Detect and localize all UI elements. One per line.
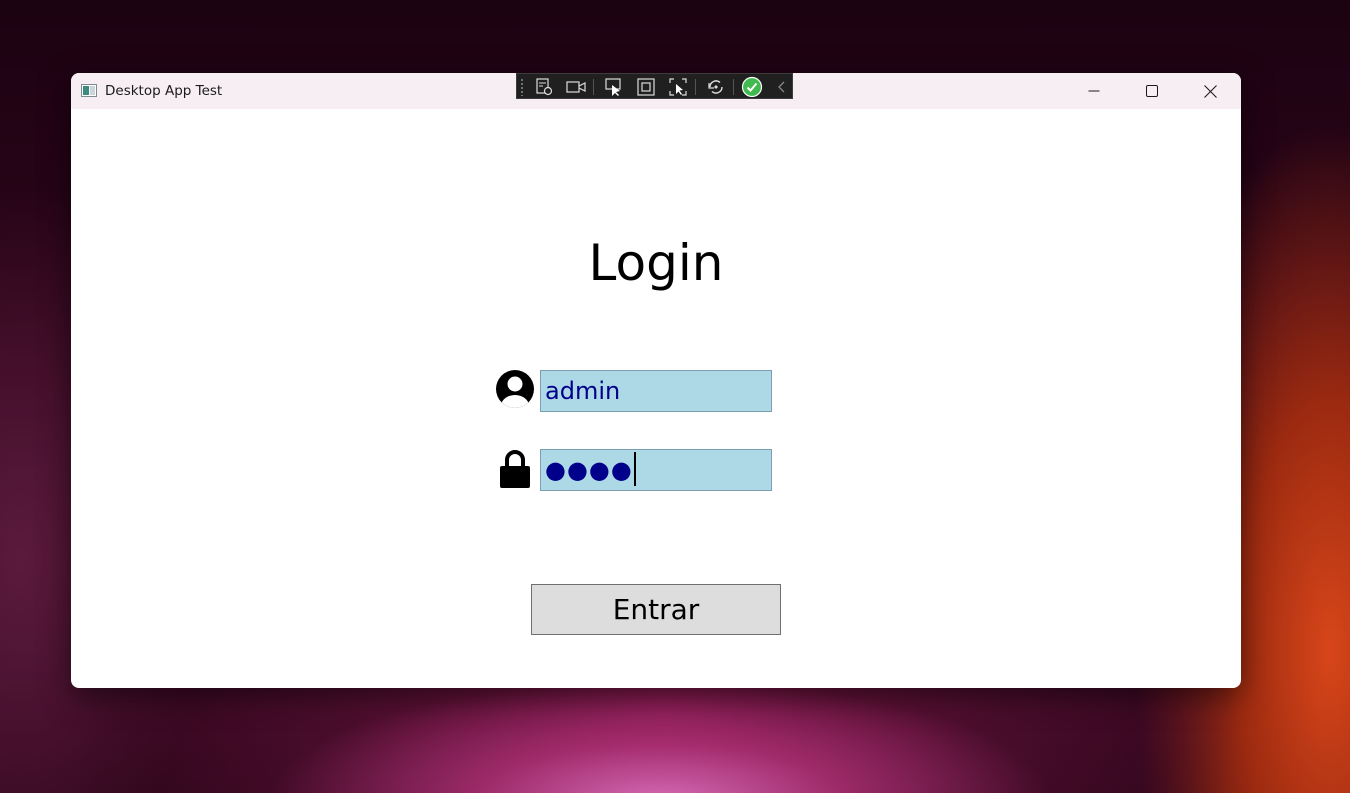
app-window: Desktop App Test Login admin ●●●● Entrar <box>71 73 1241 688</box>
close-button[interactable] <box>1181 73 1239 109</box>
login-heading: Login <box>588 234 724 292</box>
text-caret <box>633 452 636 486</box>
close-icon <box>1203 84 1217 98</box>
toolbar-grip[interactable] <box>520 78 524 96</box>
collapse-chevron-icon[interactable] <box>771 76 793 98</box>
maximize-icon <box>1146 85 1158 97</box>
live-visual-tree-icon[interactable] <box>533 76 555 98</box>
minimize-button[interactable] <box>1065 73 1123 109</box>
lock-icon <box>500 450 530 488</box>
user-icon <box>496 370 534 408</box>
maximize-button[interactable] <box>1123 73 1181 109</box>
username-input[interactable] <box>540 370 772 412</box>
track-focused-element-icon[interactable] <box>667 76 689 98</box>
hot-reload-icon[interactable] <box>705 76 727 98</box>
select-element-icon[interactable] <box>603 76 625 98</box>
password-mask: ●●●● <box>545 456 633 484</box>
app-icon <box>81 84 97 97</box>
record-icon[interactable] <box>565 76 587 98</box>
enter-button[interactable]: Entrar <box>531 584 781 635</box>
password-input[interactable]: ●●●● <box>540 449 772 491</box>
binding-check-icon[interactable] <box>741 76 763 98</box>
minimize-icon <box>1088 90 1100 92</box>
xaml-debug-toolbar <box>516 73 793 99</box>
display-layout-adorners-icon[interactable] <box>635 76 657 98</box>
window-title: Desktop App Test <box>105 83 223 99</box>
